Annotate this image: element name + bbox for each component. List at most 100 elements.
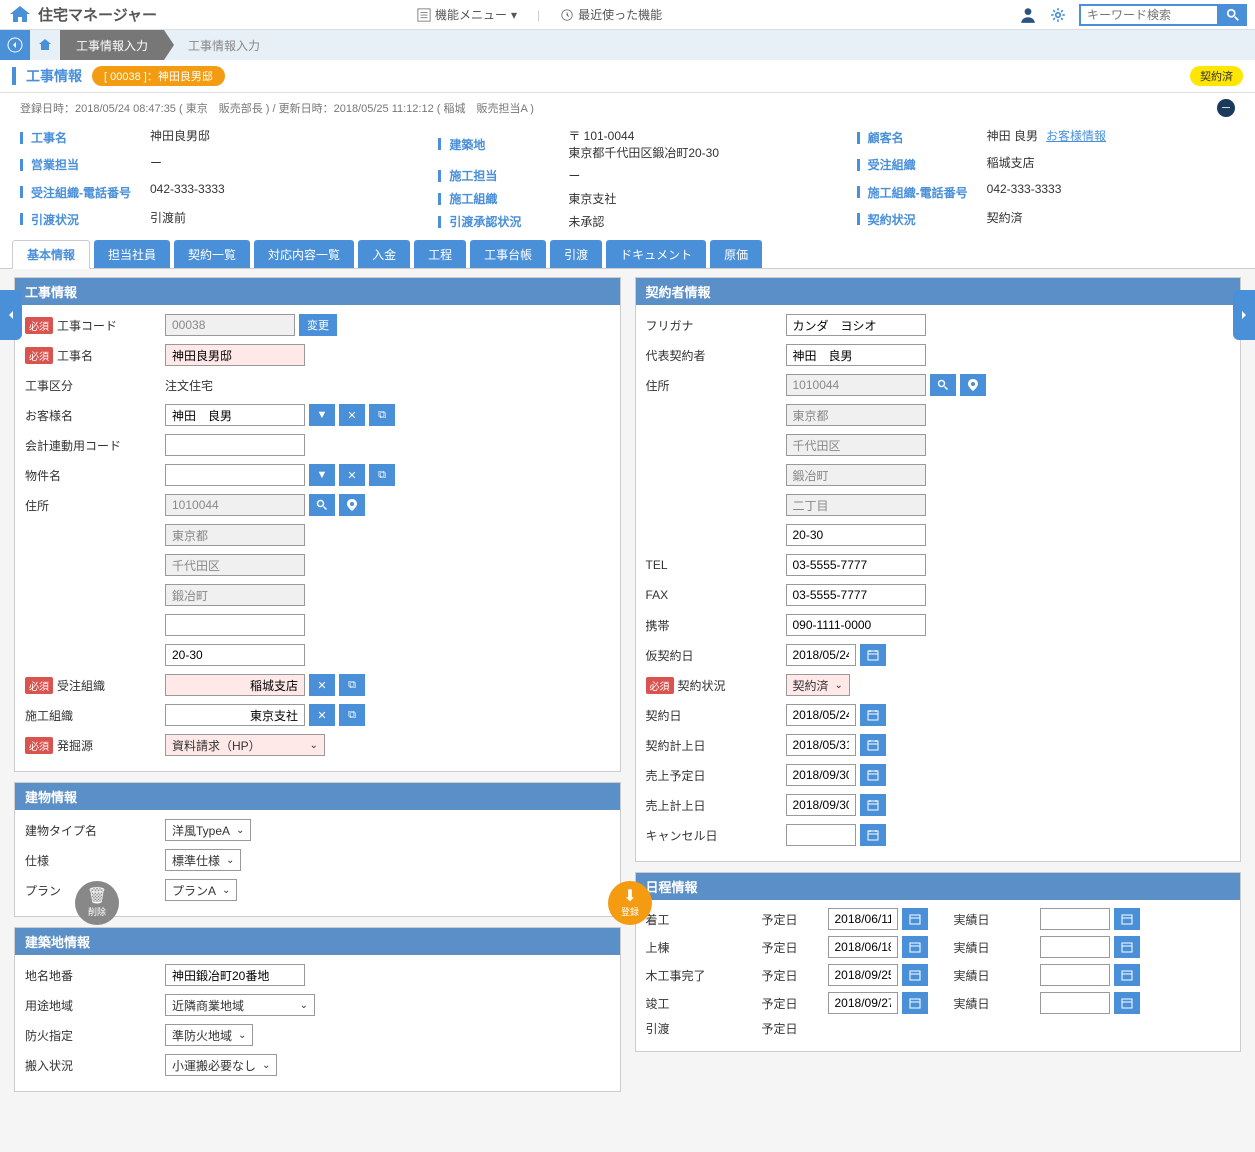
tel-input[interactable] [786, 554, 926, 576]
breadcrumb-lvl1[interactable]: 工事情報入力 [60, 30, 164, 60]
contract-acc-date-input[interactable] [786, 734, 856, 756]
source-select[interactable]: 資料請求（HP）⌄ [165, 734, 325, 756]
addr5-input[interactable] [165, 644, 305, 666]
c-addr2[interactable] [786, 434, 926, 456]
order-org-input[interactable] [165, 674, 305, 696]
contract-status-select[interactable]: 契約済⌄ [786, 674, 850, 696]
gear-icon[interactable] [1049, 6, 1067, 24]
search-zip-button[interactable] [309, 494, 335, 516]
menu-recent[interactable]: 最近使った機能 [560, 6, 662, 23]
plan-select[interactable]: プランA⌄ [165, 879, 237, 901]
rep-input[interactable] [786, 344, 926, 366]
kana-input[interactable] [786, 314, 926, 336]
koji-name-input[interactable] [165, 344, 305, 366]
calendar-button[interactable] [860, 794, 886, 816]
koji-code-input[interactable] [165, 314, 295, 336]
calendar-button[interactable] [902, 964, 928, 986]
calendar-button[interactable] [860, 824, 886, 846]
build-org-input[interactable] [165, 704, 305, 726]
search-button[interactable] [1219, 4, 1247, 26]
calendar-button[interactable] [902, 992, 928, 1014]
delete-button[interactable]: 🗑 削除 [75, 881, 119, 925]
copy-button[interactable]: ⧉ [369, 404, 395, 426]
prov-date-input[interactable] [786, 644, 856, 666]
back-button[interactable] [0, 30, 30, 60]
lot-input[interactable] [165, 964, 305, 986]
menu-functions[interactable]: 機能メニュー ▾ [417, 6, 517, 23]
dropdown-button[interactable]: ▼ [309, 464, 335, 486]
calendar-button[interactable] [860, 734, 886, 756]
customer-link[interactable]: お客様情報 [1046, 129, 1106, 143]
clear-button[interactable]: ✕ [309, 674, 335, 696]
calendar-button[interactable] [860, 704, 886, 726]
user-icon[interactable] [1019, 6, 1037, 24]
c-addr5[interactable] [786, 524, 926, 546]
tab-ledger[interactable]: 工事台帳 [470, 240, 546, 268]
copy-button[interactable]: ⧉ [339, 674, 365, 696]
map-button[interactable] [960, 374, 986, 396]
c-addr3[interactable] [786, 464, 926, 486]
copy-button[interactable]: ⧉ [369, 464, 395, 486]
customer-input[interactable] [165, 404, 305, 426]
property-input[interactable] [165, 464, 305, 486]
map-button[interactable] [339, 494, 365, 516]
sales-plan-date-input[interactable] [786, 764, 856, 786]
bldg-type-select[interactable]: 洋風TypeA⌄ [165, 819, 251, 841]
search-input[interactable] [1079, 4, 1219, 26]
collapse-button[interactable]: ─ [1217, 99, 1235, 117]
carry-select[interactable]: 小運搬必要なし⌄ [165, 1054, 277, 1076]
calendar-button[interactable] [902, 936, 928, 958]
search-zip-button[interactable] [930, 374, 956, 396]
sched-r1-plan[interactable] [828, 908, 898, 930]
sched-r4-plan[interactable] [828, 992, 898, 1014]
tab-process[interactable]: 工程 [414, 240, 466, 268]
save-button[interactable]: ⬇ 登録 [608, 881, 652, 925]
next-record-button[interactable] [1233, 290, 1255, 340]
calendar-button[interactable] [1114, 936, 1140, 958]
calendar-button[interactable] [860, 764, 886, 786]
dropdown-button[interactable]: ▼ [309, 404, 335, 426]
c-addr1[interactable] [786, 404, 926, 426]
copy-button[interactable]: ⧉ [339, 704, 365, 726]
tab-staff[interactable]: 担当社員 [94, 240, 170, 268]
fire-select[interactable]: 準防火地域⌄ [165, 1024, 253, 1046]
clear-button[interactable]: ✕ [339, 464, 365, 486]
sales-acc-date-input[interactable] [786, 794, 856, 816]
addr4-input[interactable] [165, 614, 305, 636]
calendar-button[interactable] [902, 908, 928, 930]
tab-contracts[interactable]: 契約一覧 [174, 240, 250, 268]
tab-responses[interactable]: 対応内容一覧 [254, 240, 354, 268]
change-button[interactable]: 変更 [299, 314, 337, 336]
sched-r3-act[interactable] [1040, 964, 1110, 986]
calendar-button[interactable] [1114, 964, 1140, 986]
mobile-input[interactable] [786, 614, 926, 636]
prev-record-button[interactable] [0, 290, 22, 340]
cancel-date-input[interactable] [786, 824, 856, 846]
calendar-button[interactable] [1114, 992, 1140, 1014]
sched-r1-act[interactable] [1040, 908, 1110, 930]
tab-cost[interactable]: 原価 [710, 240, 762, 268]
tab-handover[interactable]: 引渡 [550, 240, 602, 268]
clear-button[interactable]: ✕ [339, 404, 365, 426]
tab-document[interactable]: ドキュメント [606, 240, 706, 268]
clear-button[interactable]: ✕ [309, 704, 335, 726]
addr3-input[interactable] [165, 584, 305, 606]
use-select[interactable]: 近隣商業地域⌄ [165, 994, 315, 1016]
tab-basic[interactable]: 基本情報 [12, 240, 90, 269]
sched-r2-act[interactable] [1040, 936, 1110, 958]
zip-input[interactable] [165, 494, 305, 516]
addr1-input[interactable] [165, 524, 305, 546]
sched-r3-plan[interactable] [828, 964, 898, 986]
contract-date-input[interactable] [786, 704, 856, 726]
acc-code-input[interactable] [165, 434, 305, 456]
calendar-button[interactable] [1114, 908, 1140, 930]
home-button[interactable] [30, 30, 60, 60]
addr2-input[interactable] [165, 554, 305, 576]
c-addr4[interactable] [786, 494, 926, 516]
tab-payment[interactable]: 入金 [358, 240, 410, 268]
c-zip-input[interactable] [786, 374, 926, 396]
sched-r4-act[interactable] [1040, 992, 1110, 1014]
fax-input[interactable] [786, 584, 926, 606]
calendar-button[interactable] [860, 644, 886, 666]
spec-select[interactable]: 標準仕様⌄ [165, 849, 241, 871]
